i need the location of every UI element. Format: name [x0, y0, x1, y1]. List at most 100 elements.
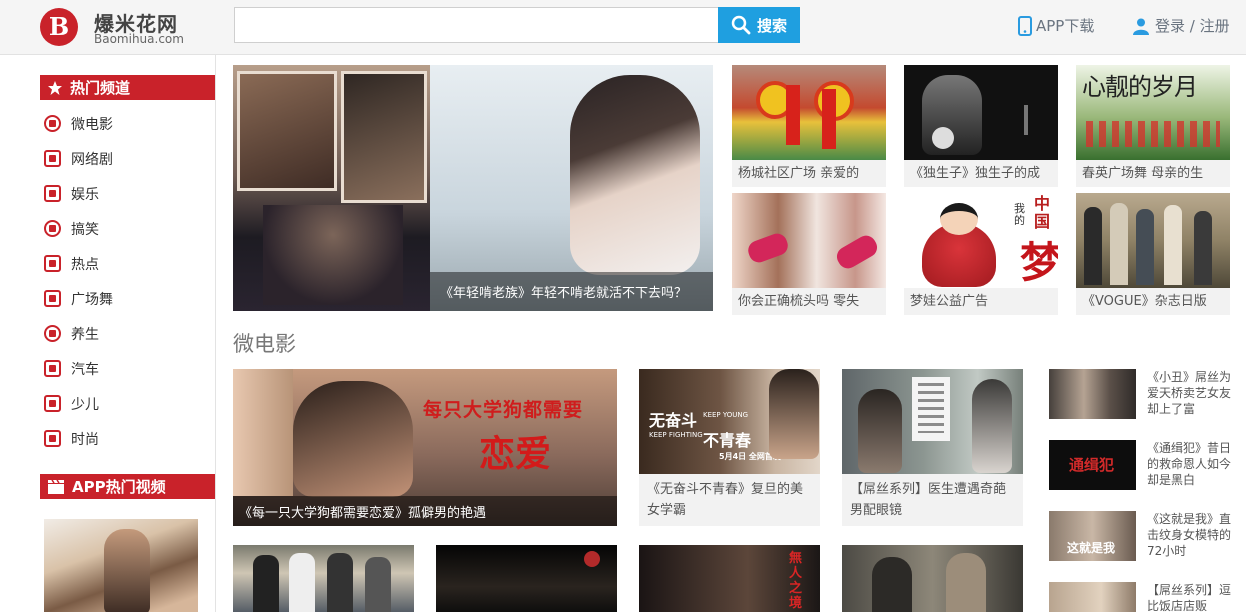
login-register-label: 登录 / 注册: [1155, 17, 1230, 35]
dancer-icon: [44, 290, 61, 307]
featured-overlay-line1: 每只大学狗都需要: [423, 399, 584, 421]
side-video-title: 【屌丝系列】逗比饭店店贩: [1147, 583, 1232, 612]
featured-caption: 《每一只大学狗都需要恋爱》孤僻男的艳遇: [233, 496, 617, 526]
cocktail-icon: [44, 430, 61, 447]
side-video-item[interactable]: 通缉犯 《通缉犯》昔日的救命恩人如今却是黑白: [1049, 440, 1239, 492]
featured-thumbnail: [293, 381, 413, 497]
side-video-title: 《通缉犯》昔日的救命恩人如今却是黑白: [1147, 441, 1232, 487]
logo-mark-icon: B: [40, 8, 78, 46]
thumbnail-title-text: 梦: [1020, 238, 1058, 287]
login-register-link[interactable]: 登录 / 注册: [1132, 15, 1230, 36]
video-caption: 杨城社区广场 亲爱的: [732, 160, 886, 187]
app-download-link[interactable]: APP下载: [1018, 15, 1094, 36]
video-caption: 你会正确梳头吗 零失: [732, 288, 886, 315]
top-header: B 爆米花网 Baomihua.com 搜索 APP下载 登录 / 注册: [0, 0, 1246, 55]
logo-domain: Baomihua.com: [94, 32, 184, 46]
sidebar-item-micro-film[interactable]: 微电影: [40, 106, 215, 141]
sidebar-item-square-dance[interactable]: 广场舞: [40, 281, 215, 316]
video-card[interactable]: 你会正确梳头吗 零失: [732, 193, 886, 315]
thumbnail-title-text: 这就是我: [1067, 541, 1116, 555]
sidebar-item-auto[interactable]: 汽车: [40, 351, 215, 386]
sidebar: 热门频道 微电影 网络剧 娱乐 搞笑 热点 广场舞 养生 汽车 少儿 时尚 AP…: [40, 75, 215, 612]
thumbnail-subtitle-text: KEEP FIGHTING: [649, 431, 703, 439]
sidebar-item-label: 娱乐: [71, 186, 99, 203]
sidebar-item-label: 热点: [71, 256, 99, 273]
featured-overlay-line2: 恋爱: [479, 434, 552, 475]
thumbnail-title-text: 心靓的岁月: [1082, 73, 1198, 101]
hero-caption: 《年轻啃老族》年轻不啃老就活不下去吗？: [430, 272, 713, 311]
book-icon: [44, 395, 61, 412]
sidebar-item-label: 微电影: [71, 116, 113, 133]
sidebar-item-label: 汽车: [71, 361, 99, 378]
sidebar-item-kids[interactable]: 少儿: [40, 386, 215, 421]
sidebar-divider: [215, 55, 216, 612]
video-thumbnail[interactable]: [842, 545, 1023, 612]
side-video-item[interactable]: 《小丑》屌丝为爱天桥卖艺女友却上了富: [1049, 369, 1239, 421]
video-thumbnail[interactable]: [436, 545, 617, 612]
sidebar-item-label: 广场舞: [71, 291, 113, 308]
side-video-title: 《小丑》屌丝为爱天桥卖艺女友却上了富: [1147, 370, 1232, 416]
video-thumbnail: [732, 65, 886, 160]
search-input[interactable]: [234, 7, 719, 43]
user-icon: [1133, 18, 1149, 35]
video-caption: 《无奋斗不青春》复旦的美女学霸: [639, 474, 820, 526]
app-download-label: APP下载: [1036, 17, 1095, 35]
hot-channels-header: 热门频道: [40, 75, 215, 100]
search-icon: [731, 15, 751, 35]
film-strip-icon: [44, 185, 61, 202]
side-video-thumbnail: 这就是我: [1049, 511, 1136, 561]
sidebar-item-label: 网络剧: [71, 151, 113, 168]
newspaper-icon: [44, 255, 61, 272]
video-thumbnail: 心靓的岁月: [1076, 65, 1230, 160]
video-thumbnail: 无奋斗 不青春 KEEP YOUNG KEEP FIGHTING 5月4日 全网…: [639, 369, 820, 474]
app-hot-video-thumbnail[interactable]: [44, 519, 198, 612]
video-card[interactable]: 中国 我的 梦 梦娃公益广告: [904, 193, 1058, 315]
thumbnail-title-text: 不青春: [703, 431, 752, 450]
side-video-thumbnail: [1049, 369, 1136, 419]
video-card[interactable]: 杨城社区广场 亲爱的: [732, 65, 886, 187]
section-title-micro-film[interactable]: 微电影: [233, 328, 296, 358]
thumbnail-title-text: 通缉犯: [1069, 456, 1115, 474]
hero-collage: [233, 65, 430, 311]
video-thumbnail[interactable]: 無人之境: [639, 545, 820, 612]
side-video-item[interactable]: 【屌丝系列】逗比饭店店贩: [1049, 582, 1239, 612]
hero-banner[interactable]: 《年轻啃老族》年轻不啃老就活不下去吗？: [233, 65, 713, 311]
video-thumbnail: [1076, 193, 1230, 288]
video-caption: 【屌丝系列】医生遭遇奇葩男配眼镜: [842, 474, 1023, 526]
side-video-item[interactable]: 这就是我 《这就是我》直击纹身女模特的72小时: [1049, 511, 1239, 563]
sidebar-item-label: 少儿: [71, 396, 99, 413]
sidebar-item-entertainment[interactable]: 娱乐: [40, 176, 215, 211]
film-reel-icon: [44, 115, 61, 132]
video-thumbnail: [732, 193, 886, 288]
video-card[interactable]: 【屌丝系列】医生遭遇奇葩男配眼镜: [842, 369, 1023, 526]
featured-video[interactable]: 每只大学狗都需要 恋爱 《每一只大学狗都需要恋爱》孤僻男的艳遇: [233, 369, 617, 526]
video-card[interactable]: 《VOGUE》杂志日版: [1076, 193, 1230, 315]
thumbnail-title-text: 無人之境: [789, 551, 803, 611]
sidebar-item-hot-news[interactable]: 热点: [40, 246, 215, 281]
sidebar-item-fashion[interactable]: 时尚: [40, 421, 215, 456]
video-card[interactable]: 心靓的岁月 春英广场舞 母亲的生: [1076, 65, 1230, 187]
search-button[interactable]: 搜索: [718, 7, 800, 43]
sidebar-item-label: 搞笑: [71, 221, 99, 238]
thumbnail-subtitle-text: KEEP YOUNG: [703, 411, 749, 419]
video-thumbnail: [842, 369, 1023, 474]
sidebar-item-label: 养生: [71, 326, 99, 343]
phone-icon: [1018, 15, 1032, 36]
sidebar-item-web-series[interactable]: 网络剧: [40, 141, 215, 176]
smiley-icon: [44, 220, 61, 237]
channel-list: 微电影 网络剧 娱乐 搞笑 热点 广场舞 养生 汽车 少儿 时尚: [40, 106, 215, 456]
sidebar-item-health[interactable]: 养生: [40, 316, 215, 351]
star-icon: [48, 80, 62, 95]
side-video-thumbnail: 通缉犯: [1049, 440, 1136, 490]
hot-channels-title: 热门频道: [70, 79, 131, 97]
thumbnail-title-text: 我的: [1014, 202, 1025, 227]
video-caption: 《VOGUE》杂志日版: [1076, 288, 1230, 315]
app-hot-videos-title: APP热门视频: [72, 478, 166, 496]
sidebar-item-funny[interactable]: 搞笑: [40, 211, 215, 246]
video-thumbnail[interactable]: [233, 545, 414, 612]
thumbnail-title-text: 中国: [1034, 194, 1051, 231]
video-card[interactable]: 无奋斗 不青春 KEEP YOUNG KEEP FIGHTING 5月4日 全网…: [639, 369, 820, 526]
video-card[interactable]: 《独生子》独生子的成: [904, 65, 1058, 187]
site-logo[interactable]: B 爆米花网 Baomihua.com: [40, 8, 200, 46]
side-video-title: 《这就是我》直击纹身女模特的72小时: [1147, 512, 1232, 558]
